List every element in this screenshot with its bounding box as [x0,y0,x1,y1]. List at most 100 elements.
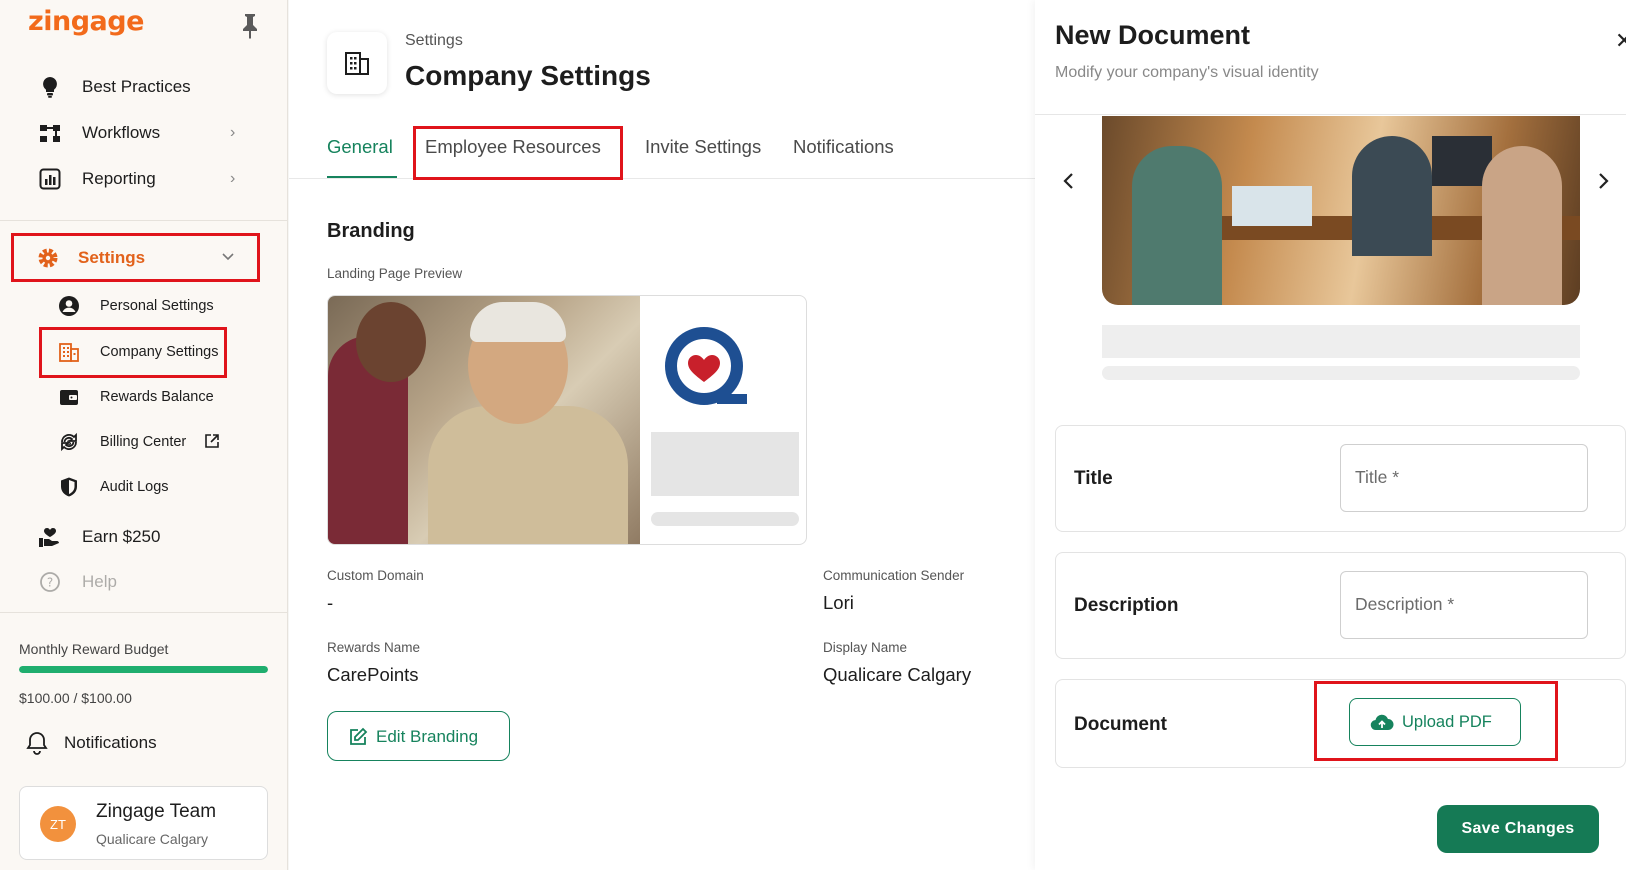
sub-billing-center[interactable]: $ Billing Center [44,422,234,462]
photo-elder-hair [470,302,566,342]
nav-best-practices[interactable]: Best Practices [14,65,268,109]
nav-label: Workflows [82,123,161,142]
landing-page-preview [327,295,807,545]
image-person [1482,146,1562,305]
edit-icon [348,727,368,747]
drawer-subtitle: Modify your company's visual identity [1055,64,1319,81]
description-input[interactable] [1355,594,1575,615]
drawer-divider [1035,114,1626,115]
nav-workflows[interactable]: Workflows › [14,111,268,155]
edit-branding-label: Edit Branding [376,727,479,746]
building-icon [58,341,80,363]
app-root: zingage Best Practices Workflows › Repor… [0,0,1626,870]
gear-icon [36,246,60,270]
budget-value: $100.00 / $100.00 [19,690,132,706]
user-name: Zingage Team [96,801,217,822]
sub-label: Rewards Balance [100,389,214,405]
highlight-box [1314,681,1558,761]
highlight-box [413,126,623,180]
sub-company-settings[interactable]: Company Settings [39,327,227,378]
save-changes-button[interactable]: Save Changes [1437,805,1599,853]
title-row: Title [1055,425,1626,532]
photo-caregiver-head [356,302,426,382]
document-row-label: Document [1074,714,1167,735]
notifications-label: Notifications [64,733,157,752]
user-org: Qualicare Calgary [96,831,209,847]
sub-audit-logs[interactable]: Audit Logs [44,467,234,507]
description-field[interactable] [1340,571,1588,639]
avatar: ZT [40,806,76,842]
skeleton-block [1102,325,1580,358]
budget-progress [19,666,268,673]
bell-icon [24,730,50,756]
drawer-title: New Document [1055,20,1251,50]
nav-earn[interactable]: Earn $250 [14,515,268,559]
preview-label: Landing Page Preview [327,266,463,281]
tab-general[interactable]: General [327,136,393,158]
close-icon[interactable]: ✕ [1615,28,1626,54]
page-title: Company Settings [405,60,651,91]
nav-settings[interactable]: Settings [11,233,260,282]
chevron-right-icon: › [230,124,236,141]
shield-icon [58,476,80,498]
nav-label: Earn $250 [82,527,161,546]
sub-label: Company Settings [100,344,219,360]
chevron-down-icon [221,249,237,267]
skeleton-pill [1102,366,1580,380]
tab-notifications[interactable]: Notifications [793,136,894,158]
rewards-name-label: Rewards Name [327,640,421,655]
preview-photo [328,296,640,544]
chevron-right-icon[interactable] [1595,170,1611,198]
budget-progress-fill [19,666,268,673]
nav-reporting[interactable]: Reporting › [14,157,268,201]
image-person [1132,146,1222,305]
communication-sender-value: Lori [823,592,854,613]
title-row-label: Title [1074,468,1113,489]
external-link-icon [204,433,220,453]
title-input[interactable] [1355,467,1575,488]
custom-domain-label: Custom Domain [327,568,424,583]
nav-label: Reporting [82,169,156,188]
breadcrumb[interactable]: Settings [405,32,463,50]
image-laptop [1232,186,1312,226]
svg-text:$: $ [67,439,72,447]
svg-text:?: ? [47,576,53,590]
page-icon [327,32,387,94]
nav-help[interactable]: ? Help [14,560,268,604]
section-title: Branding [327,220,415,242]
nav-label: Settings [78,248,146,267]
wallet-icon [58,386,80,408]
edit-branding-button[interactable]: Edit Branding [327,711,510,761]
preview-placeholder-block [651,432,799,496]
custom-domain-value: - [327,592,334,613]
main-content: Settings Company Settings General Employ… [289,0,1035,870]
communication-sender-label: Communication Sender [823,568,965,583]
tab-invite-settings[interactable]: Invite Settings [645,136,761,158]
building-icon [345,52,369,75]
nav-label: Best Practices [82,77,191,96]
budget-title: Monthly Reward Budget [19,641,169,657]
display-name-value: Qualicare Calgary [823,664,972,685]
description-row: Description [1055,552,1626,659]
qualicare-logo [665,327,747,405]
sub-personal-settings[interactable]: Personal Settings [44,286,234,326]
user-icon [58,295,80,317]
lightbulb-icon [38,75,62,99]
chevron-right-icon: › [230,170,236,187]
sidebar-divider [0,220,288,221]
user-card[interactable]: ZT Zingage Team Qualicare Calgary [19,786,268,860]
zingage-logo[interactable]: zingage [28,6,144,37]
help-icon: ? [38,570,62,594]
sub-rewards-balance[interactable]: Rewards Balance [44,377,234,417]
title-field[interactable] [1340,444,1588,512]
report-icon [38,167,62,191]
sidebar-divider [0,612,288,613]
sidebar-notifications[interactable]: Notifications [24,724,264,760]
sidebar: zingage Best Practices Workflows › Repor… [0,0,288,870]
chevron-left-icon[interactable] [1061,170,1077,198]
photo-elder [428,406,628,544]
image-person [1352,136,1432,256]
pin-icon[interactable] [238,12,262,40]
sub-label: Billing Center [100,434,187,450]
carousel-image [1102,116,1580,305]
